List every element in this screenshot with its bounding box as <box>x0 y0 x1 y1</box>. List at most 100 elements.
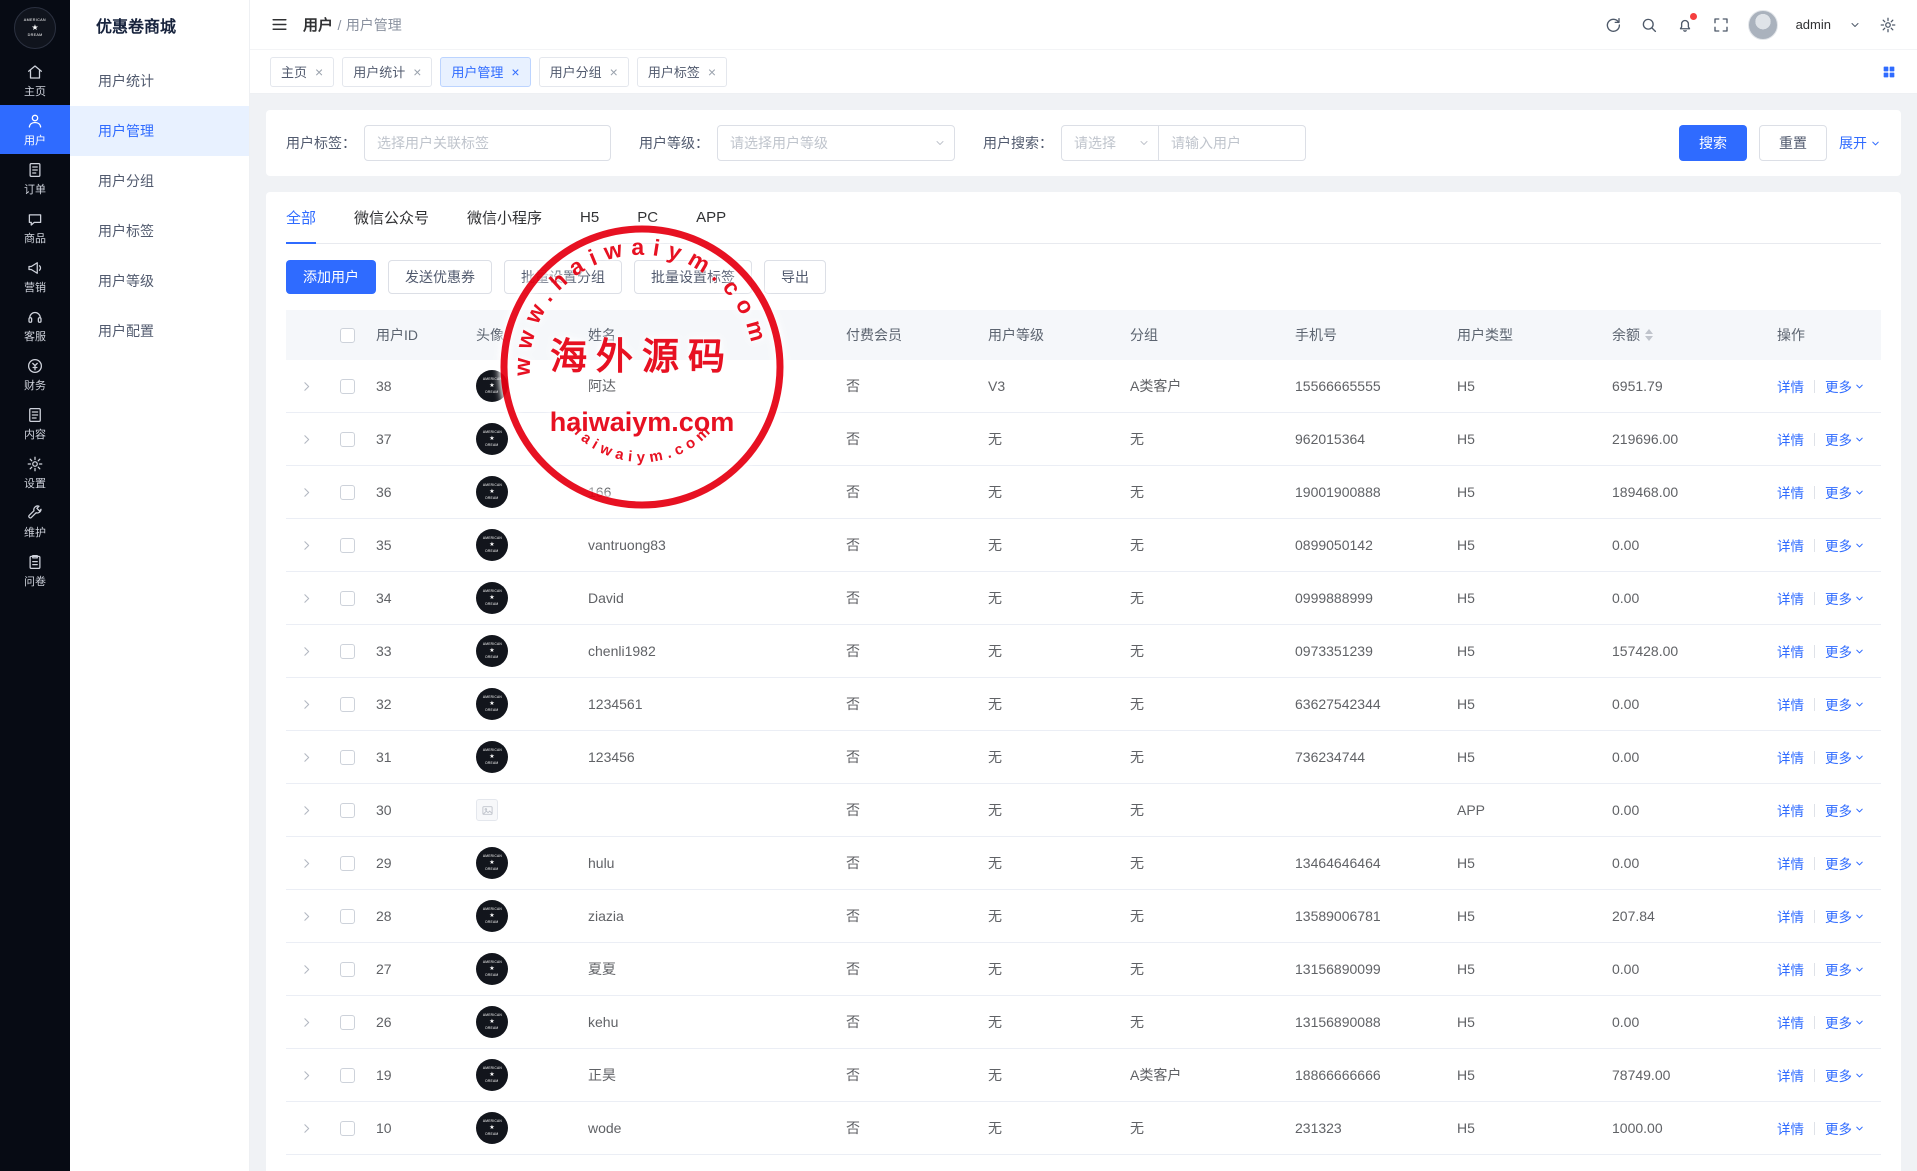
more-link[interactable]: 更多 <box>1825 747 1865 767</box>
more-link[interactable]: 更多 <box>1825 1065 1865 1085</box>
more-link[interactable]: 更多 <box>1825 588 1865 608</box>
more-link[interactable]: 更多 <box>1825 694 1865 714</box>
secondary-nav-item-5[interactable]: 用户配置 <box>70 306 249 356</box>
sort-control[interactable] <box>1645 329 1653 341</box>
row-expand-icon[interactable] <box>300 963 313 976</box>
detail-link[interactable]: 详情 <box>1777 588 1804 608</box>
primary-nav-item-1[interactable]: 用户 <box>0 105 70 154</box>
fullscreen-icon[interactable] <box>1712 16 1730 34</box>
secondary-nav-item-0[interactable]: 用户统计 <box>70 56 249 106</box>
close-tab-icon[interactable]: × <box>315 65 323 79</box>
search-icon[interactable] <box>1640 16 1658 34</box>
primary-nav-item-3[interactable]: 商品 <box>0 203 70 252</box>
detail-link[interactable]: 详情 <box>1777 853 1804 873</box>
secondary-nav-item-3[interactable]: 用户标签 <box>70 206 249 256</box>
search-button[interactable]: 搜索 <box>1679 125 1747 161</box>
detail-link[interactable]: 详情 <box>1777 1065 1804 1085</box>
more-link[interactable]: 更多 <box>1825 429 1865 449</box>
close-tab-icon[interactable]: × <box>610 65 618 79</box>
settings-gear-icon[interactable] <box>1879 16 1897 34</box>
action-button-2[interactable]: 批量设置分组 <box>504 260 622 294</box>
detail-link[interactable]: 详情 <box>1777 906 1804 926</box>
more-link[interactable]: 更多 <box>1825 853 1865 873</box>
row-expand-icon[interactable] <box>300 433 313 446</box>
action-button-3[interactable]: 批量设置标签 <box>634 260 752 294</box>
primary-nav-item-7[interactable]: 内容 <box>0 399 70 448</box>
secondary-nav-item-1[interactable]: 用户管理 <box>70 106 249 156</box>
detail-link[interactable]: 详情 <box>1777 1012 1804 1032</box>
more-link[interactable]: 更多 <box>1825 959 1865 979</box>
close-tab-icon[interactable]: × <box>708 65 716 79</box>
expand-filters-link[interactable]: 展开 <box>1839 133 1881 153</box>
row-checkbox[interactable] <box>340 591 355 606</box>
row-expand-icon[interactable] <box>300 592 313 605</box>
primary-nav-item-9[interactable]: 维护 <box>0 497 70 546</box>
row-checkbox[interactable] <box>340 1121 355 1136</box>
channel-tab-4[interactable]: PC <box>637 192 658 244</box>
tab-grid-icon[interactable] <box>1881 64 1897 80</box>
primary-nav-item-5[interactable]: 客服 <box>0 301 70 350</box>
detail-link[interactable]: 详情 <box>1777 959 1804 979</box>
row-expand-icon[interactable] <box>300 645 313 658</box>
row-expand-icon[interactable] <box>300 751 313 764</box>
detail-link[interactable]: 详情 <box>1777 535 1804 555</box>
row-checkbox[interactable] <box>340 803 355 818</box>
primary-nav-item-8[interactable]: 设置 <box>0 448 70 497</box>
row-expand-icon[interactable] <box>300 910 313 923</box>
channel-tab-0[interactable]: 全部 <box>286 192 316 244</box>
tag-select[interactable]: 选择用户关联标签 <box>364 125 611 161</box>
more-link[interactable]: 更多 <box>1825 535 1865 555</box>
detail-link[interactable]: 详情 <box>1777 641 1804 661</box>
detail-link[interactable]: 详情 <box>1777 800 1804 820</box>
row-checkbox[interactable] <box>340 909 355 924</box>
more-link[interactable]: 更多 <box>1825 906 1865 926</box>
row-checkbox[interactable] <box>340 485 355 500</box>
user-menu-chevron-down-icon[interactable] <box>1849 19 1861 31</box>
row-checkbox[interactable] <box>340 432 355 447</box>
detail-link[interactable]: 详情 <box>1777 694 1804 714</box>
action-button-0[interactable]: 添加用户 <box>286 260 376 294</box>
user-avatar[interactable] <box>1748 10 1778 40</box>
hamburger-menu-icon[interactable] <box>270 15 289 34</box>
secondary-nav-item-2[interactable]: 用户分组 <box>70 156 249 206</box>
row-expand-icon[interactable] <box>300 1016 313 1029</box>
action-button-4[interactable]: 导出 <box>764 260 826 294</box>
primary-nav-item-4[interactable]: 营销 <box>0 252 70 301</box>
detail-link[interactable]: 详情 <box>1777 1118 1804 1138</box>
more-link[interactable]: 更多 <box>1825 482 1865 502</box>
close-tab-icon[interactable]: × <box>413 65 421 79</box>
open-tab-1[interactable]: 用户统计× <box>342 57 432 87</box>
more-link[interactable]: 更多 <box>1825 1118 1865 1138</box>
channel-tab-3[interactable]: H5 <box>580 192 599 244</box>
detail-link[interactable]: 详情 <box>1777 747 1804 767</box>
row-checkbox[interactable] <box>340 962 355 977</box>
search-type-select[interactable]: 请选择 <box>1061 125 1159 161</box>
row-checkbox[interactable] <box>340 379 355 394</box>
primary-nav-item-10[interactable]: 问卷 <box>0 546 70 595</box>
row-expand-icon[interactable] <box>300 380 313 393</box>
detail-link[interactable]: 详情 <box>1777 376 1804 396</box>
primary-nav-item-6[interactable]: 财务 <box>0 350 70 399</box>
row-checkbox[interactable] <box>340 1068 355 1083</box>
detail-link[interactable]: 详情 <box>1777 429 1804 449</box>
row-expand-icon[interactable] <box>300 539 313 552</box>
channel-tab-5[interactable]: APP <box>696 192 726 244</box>
row-checkbox[interactable] <box>340 1015 355 1030</box>
open-tab-2[interactable]: 用户管理× <box>440 57 530 87</box>
level-select[interactable]: 请选择用户等级 <box>717 125 955 161</box>
row-checkbox[interactable] <box>340 856 355 871</box>
primary-nav-item-0[interactable]: 主页 <box>0 56 70 105</box>
open-tab-3[interactable]: 用户分组× <box>539 57 629 87</box>
more-link[interactable]: 更多 <box>1825 641 1865 661</box>
row-checkbox[interactable] <box>340 538 355 553</box>
row-expand-icon[interactable] <box>300 1069 313 1082</box>
primary-nav-item-2[interactable]: 订单 <box>0 154 70 203</box>
select-all-checkbox[interactable] <box>340 328 355 343</box>
row-expand-icon[interactable] <box>300 1122 313 1135</box>
username-label[interactable]: admin <box>1796 17 1831 32</box>
user-search-input[interactable] <box>1159 125 1306 161</box>
row-expand-icon[interactable] <box>300 486 313 499</box>
more-link[interactable]: 更多 <box>1825 376 1865 396</box>
action-button-1[interactable]: 发送优惠券 <box>388 260 492 294</box>
secondary-nav-item-4[interactable]: 用户等级 <box>70 256 249 306</box>
